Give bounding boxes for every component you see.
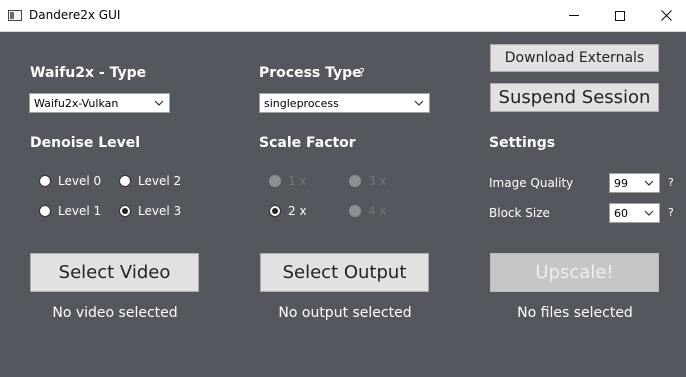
- denoise-label-level-3: Level 3: [138, 204, 182, 218]
- settings-label: Settings: [489, 135, 556, 151]
- upscale-button[interactable]: Upscale!: [490, 253, 659, 292]
- radio-selected-dot: [272, 208, 278, 214]
- scale-label-2x: 2 x: [288, 204, 307, 218]
- denoise-radio-level-3[interactable]: [119, 205, 131, 217]
- files-status-text: No files selected: [517, 305, 633, 321]
- app-icon: [8, 10, 22, 21]
- chevron-down-icon: [644, 180, 654, 186]
- radio-selected-dot: [122, 208, 128, 214]
- scale-label-4x: 4 x: [368, 204, 387, 218]
- block-size-value: 60: [614, 207, 628, 220]
- title-bar: Dandere2x GUI: [0, 0, 686, 32]
- close-icon: [660, 10, 672, 21]
- scale-radio-2x[interactable]: [269, 205, 281, 217]
- waifu2x-type-select[interactable]: Waifu2x-Vulkan: [29, 93, 170, 113]
- process-type-label: Process Type: [259, 65, 362, 81]
- block-size-label: Block Size: [489, 206, 550, 220]
- waifu2x-type-value: Waifu2x-Vulkan: [34, 97, 119, 110]
- scale-radio-1x[interactable]: [269, 175, 281, 187]
- denoise-radio-level-2[interactable]: [119, 175, 131, 187]
- select-output-button[interactable]: Select Output: [260, 253, 429, 292]
- process-type-select[interactable]: singleprocess: [259, 93, 430, 113]
- process-type-help-icon[interactable]: ?: [359, 66, 365, 79]
- minimize-button[interactable]: [551, 0, 597, 31]
- maximize-button[interactable]: [597, 0, 643, 31]
- select-video-button[interactable]: Select Video: [30, 253, 199, 292]
- minimize-icon: [569, 15, 579, 16]
- denoise-label-level-1: Level 1: [58, 204, 102, 218]
- maximize-icon: [615, 10, 625, 21]
- image-quality-label: Image Quality: [489, 176, 574, 190]
- denoise-radio-level-1[interactable]: [39, 205, 51, 217]
- image-quality-value: 99: [614, 177, 628, 190]
- app-window: Dandere2x GUI Waifu2x - Type Waifu2x-Vul…: [0, 0, 686, 377]
- video-status-text: No video selected: [52, 305, 178, 321]
- scale-label-3x: 3 x: [368, 174, 387, 188]
- image-quality-help-icon[interactable]: ?: [668, 176, 674, 189]
- block-size-help-icon[interactable]: ?: [668, 206, 674, 219]
- chevron-down-icon: [644, 210, 654, 216]
- process-type-value: singleprocess: [264, 97, 339, 110]
- denoise-label-level-0: Level 0: [58, 174, 102, 188]
- chevron-down-icon: [414, 100, 424, 106]
- scale-radio-3x[interactable]: [349, 175, 361, 187]
- close-button[interactable]: [643, 0, 686, 31]
- scale-factor-label: Scale Factor: [259, 135, 356, 151]
- block-size-select[interactable]: 60: [609, 203, 660, 223]
- suspend-session-button[interactable]: Suspend Session: [490, 83, 659, 112]
- window-title: Dandere2x GUI: [29, 8, 121, 22]
- image-quality-select[interactable]: 99: [609, 173, 660, 193]
- denoise-radio-level-0[interactable]: [39, 175, 51, 187]
- output-status-text: No output selected: [278, 305, 412, 321]
- download-externals-button[interactable]: Download Externals: [490, 44, 659, 72]
- scale-radio-4x[interactable]: [349, 205, 361, 217]
- scale-label-1x: 1 x: [288, 174, 307, 188]
- chevron-down-icon: [154, 100, 164, 106]
- denoise-label-level-2: Level 2: [138, 174, 182, 188]
- denoise-level-label: Denoise Level: [30, 135, 141, 151]
- waifu2x-type-label: Waifu2x - Type: [30, 65, 147, 81]
